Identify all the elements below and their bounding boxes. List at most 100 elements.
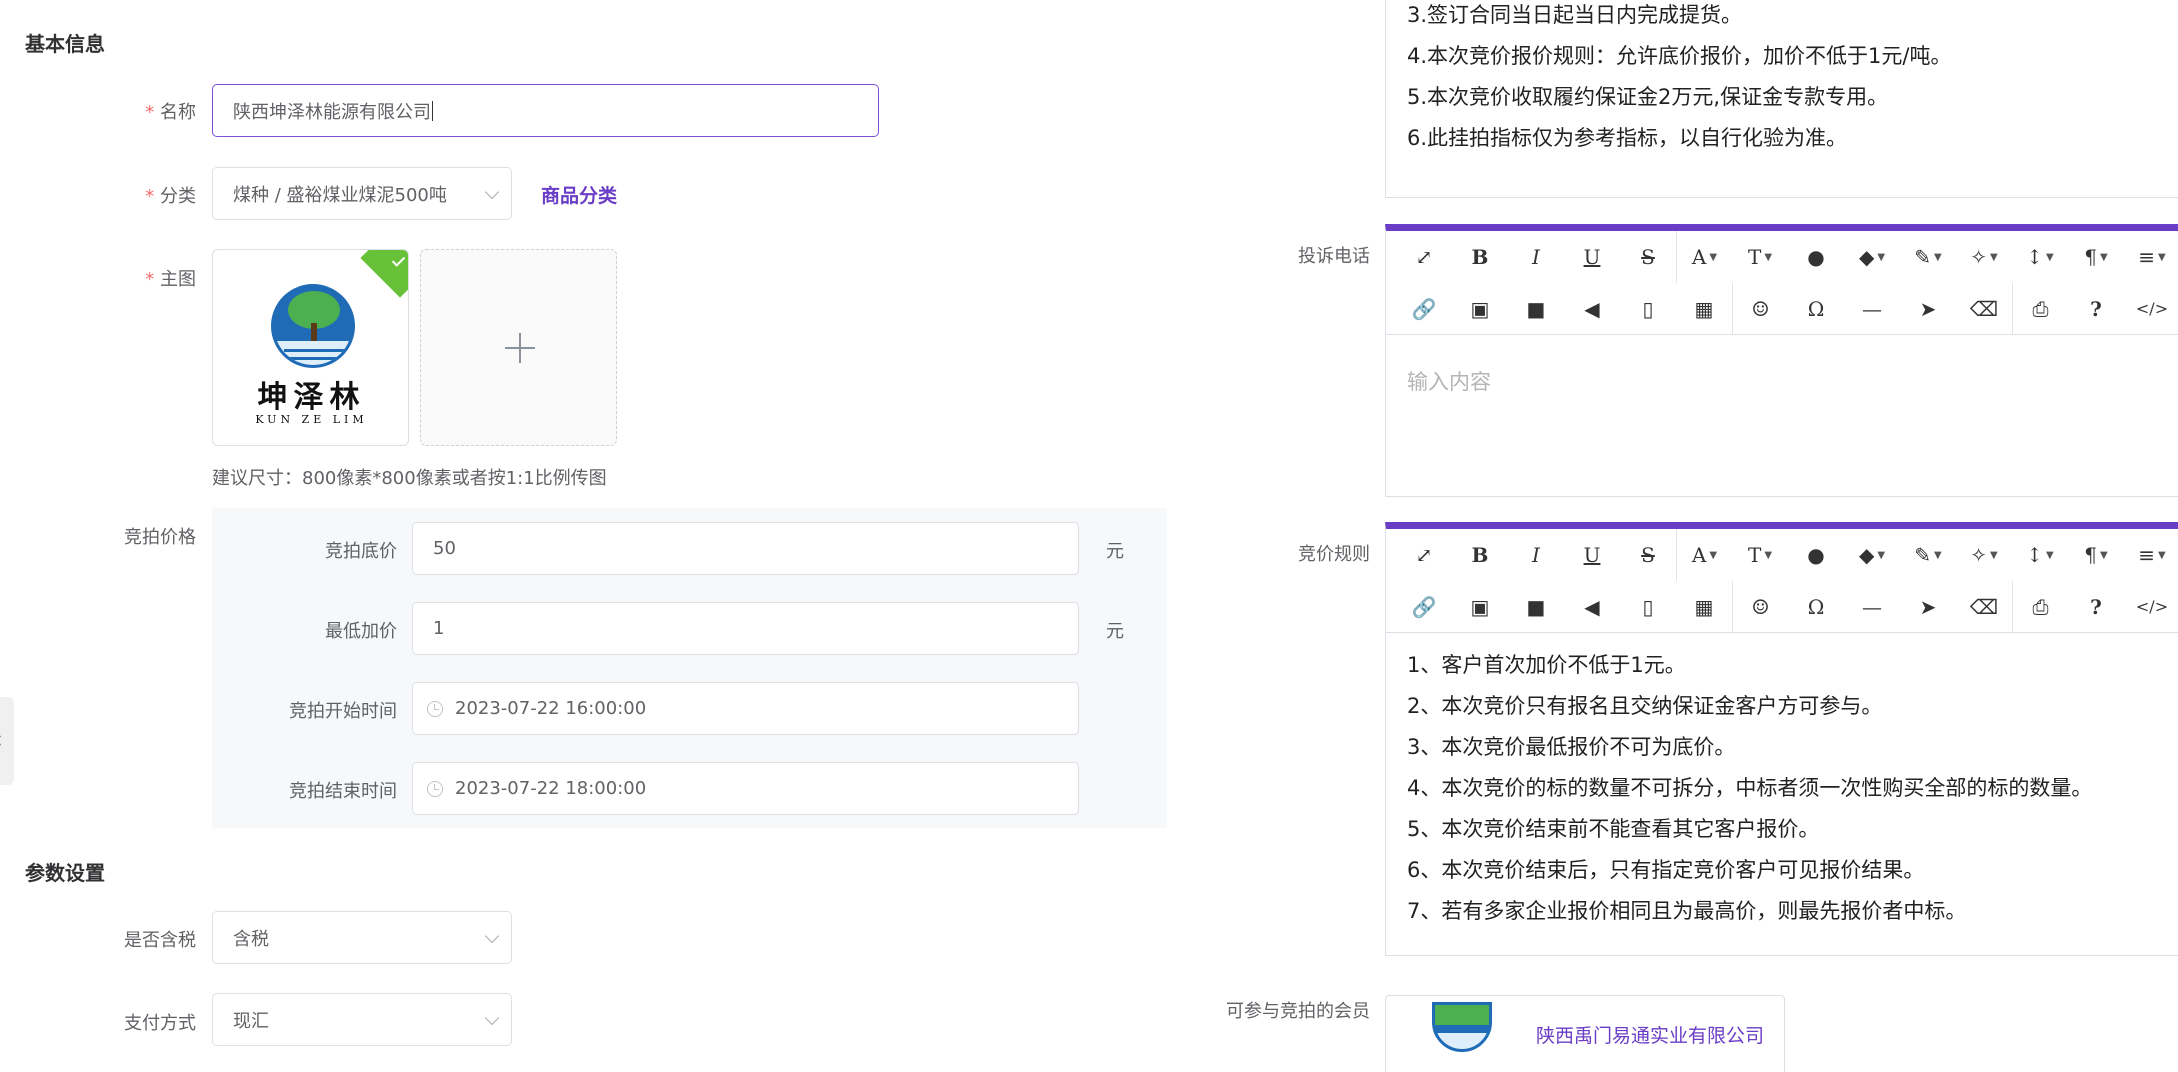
member-logo-icon	[1432, 1002, 1492, 1052]
ink-icon[interactable]: ●	[1788, 529, 1844, 581]
paragraph-icon[interactable]: ¶ ▼	[2068, 231, 2124, 283]
bold-icon[interactable]: B	[1452, 231, 1508, 283]
chevron-down-icon	[484, 928, 500, 943]
section-params: 参数设置	[25, 861, 105, 885]
align-icon[interactable]: ≡ ▼	[2124, 529, 2178, 581]
tag-icon[interactable]: ◆ ▼	[1844, 529, 1900, 581]
min-increment-label: 最低加价	[325, 621, 397, 642]
tax-select[interactable]: 含税	[212, 911, 512, 964]
audio-icon[interactable]: ◀	[1564, 581, 1620, 633]
emoji-icon[interactable]: ☺	[1732, 282, 1788, 335]
payment-select[interactable]: 现汇	[212, 993, 512, 1046]
start-time-picker[interactable]: 2023-07-22 16:00:00	[412, 682, 1079, 735]
image-upload-button[interactable]	[420, 249, 617, 446]
audio-icon[interactable]: ◀	[1564, 283, 1620, 335]
editor-toolbar-row2: 🔗 ▣ ■ ◀ ▯ ▦ ☺ Ω — ➤ ⌫ ⎙ ? </>	[1386, 580, 2178, 633]
video-icon[interactable]: ■	[1508, 581, 1564, 633]
rule-line: 7、若有多家企业报价相同且为最高价，则最先报价者中标。	[1407, 899, 1967, 923]
file-icon[interactable]: ▯	[1620, 581, 1676, 633]
rules-editor[interactable]: ⤢ B I U S A ▼ T ▼ ● ◆ ▼ ✎ ▼ ✧ ▼ ↕ ▼ ¶ ▼ ≡ ▼ 🔗 ▣ …	[1385, 522, 2178, 956]
main-image-thumb[interactable]: 坤泽林 KUN ZE LIM	[212, 249, 409, 446]
hr-icon[interactable]: —	[1844, 283, 1900, 335]
image-icon[interactable]: ▣	[1452, 283, 1508, 335]
print-icon[interactable]: ⎙	[2012, 580, 2068, 633]
paragraph-icon[interactable]: ¶ ▼	[2068, 529, 2124, 581]
min-increment-input[interactable]: 1	[412, 602, 1079, 655]
notes-editor[interactable]: 3.签订合同当日起当日内完成提货。 4.本次竞价报价规则：允许底价报价，加价不低…	[1385, 0, 2178, 198]
omega-icon[interactable]: Ω	[1788, 581, 1844, 633]
rule-line: 5、本次竞价结束前不能查看其它客户报价。	[1407, 817, 1820, 841]
complaint-label: 投诉电话	[1298, 246, 1370, 267]
underline-icon[interactable]: U	[1564, 231, 1620, 283]
italic-icon[interactable]: I	[1508, 231, 1564, 283]
print-icon[interactable]: ⎙	[2012, 282, 2068, 335]
table-icon[interactable]: ▦	[1676, 581, 1732, 633]
font-size-icon[interactable]: T ▼	[1732, 529, 1788, 581]
expand-icon[interactable]: ⤢	[1396, 231, 1452, 283]
link-icon[interactable]: 🔗	[1396, 283, 1452, 335]
complaint-editor[interactable]: ⤢ B I U S A ▼ T ▼ ● ◆ ▼ ✎ ▼ ✧ ▼ ↕ ▼ ¶ ▼ ≡ ▼ 🔗 ▣ …	[1385, 224, 2178, 497]
font-color-icon[interactable]: A ▼	[1676, 529, 1732, 581]
base-price-label: 竞拍底价	[325, 541, 397, 562]
link-icon[interactable]: 🔗	[1396, 581, 1452, 633]
eraser-icon[interactable]: ⌫	[1956, 283, 2012, 335]
italic-icon[interactable]: I	[1508, 529, 1564, 581]
chevron-left-icon	[0, 735, 6, 746]
font-color-icon[interactable]: A ▼	[1676, 231, 1732, 283]
name-input[interactable]: 陕西坤泽林能源有限公司	[212, 84, 879, 137]
category-link[interactable]: 商品分类	[541, 181, 617, 208]
help-icon[interactable]: ?	[2068, 283, 2124, 335]
code-icon[interactable]: </>	[2124, 581, 2178, 633]
file-icon[interactable]: ▯	[1620, 283, 1676, 335]
logo-text: 坤泽林	[257, 380, 366, 415]
image-icon[interactable]: ▣	[1452, 581, 1508, 633]
cursor-icon[interactable]: ➤	[1900, 283, 1956, 335]
code-icon[interactable]: </>	[2124, 283, 2178, 335]
complaint-placeholder: 输入内容	[1407, 370, 1491, 394]
rule-line: 2、本次竞价只有报名且交纳保证金客户方可参与。	[1407, 694, 1883, 718]
editor-toolbar-row2: 🔗 ▣ ■ ◀ ▯ ▦ ☺ Ω — ➤ ⌫ ⎙ ? </>	[1386, 282, 2178, 335]
bold-icon[interactable]: B	[1452, 529, 1508, 581]
main-image-label: 主图	[100, 265, 196, 291]
tag-icon[interactable]: ◆ ▼	[1844, 231, 1900, 283]
brush-icon[interactable]: ✎ ▼	[1900, 529, 1956, 581]
logo-subtext: KUN ZE LIM	[255, 413, 368, 426]
font-size-icon[interactable]: T ▼	[1732, 231, 1788, 283]
magic-wand-icon[interactable]: ✧ ▼	[1956, 231, 2012, 283]
notes-line: 6.此挂拍指标仅为参考指标，以自行化验为准。	[1407, 126, 1848, 150]
member-card[interactable]: 陕西禹门易通实业有限公司	[1385, 995, 1785, 1072]
editor-toolbar-row1: ⤢ B I U S A ▼ T ▼ ● ◆ ▼ ✎ ▼ ✧ ▼ ↕ ▼ ¶ ▼ ≡ ▼	[1386, 231, 2178, 283]
tax-label: 是否含税	[124, 930, 196, 951]
help-icon[interactable]: ?	[2068, 581, 2124, 633]
end-time-picker[interactable]: 2023-07-22 18:00:00	[412, 762, 1079, 815]
image-size-hint: 建议尺寸：800像素*800像素或者按1:1比例传图	[212, 468, 607, 489]
min-increment-unit: 元	[1106, 621, 1124, 642]
video-icon[interactable]: ■	[1508, 283, 1564, 335]
logo-icon	[271, 284, 355, 368]
omega-icon[interactable]: Ω	[1788, 283, 1844, 335]
members-label: 可参与竞拍的会员	[1226, 1001, 1370, 1022]
notes-line: 4.本次竞价报价规则：允许底价报价，加价不低于1元/吨。	[1407, 44, 1952, 68]
cursor-icon[interactable]: ➤	[1900, 581, 1956, 633]
name-label: 名称	[100, 98, 196, 124]
base-price-input[interactable]: 50	[412, 522, 1079, 575]
collapse-handle[interactable]	[0, 697, 14, 785]
strikethrough-icon[interactable]: S	[1620, 529, 1676, 581]
strikethrough-icon[interactable]: S	[1620, 231, 1676, 283]
rule-line: 1、客户首次加价不低于1元。	[1407, 653, 1686, 677]
line-height-icon[interactable]: ↕ ▼	[2012, 529, 2068, 581]
category-select[interactable]: 煤种 / 盛裕煤业煤泥500吨	[212, 167, 512, 220]
line-height-icon[interactable]: ↕ ▼	[2012, 231, 2068, 283]
clock-icon	[427, 700, 443, 717]
underline-icon[interactable]: U	[1564, 529, 1620, 581]
table-icon[interactable]: ▦	[1676, 283, 1732, 335]
emoji-icon[interactable]: ☺	[1732, 580, 1788, 633]
expand-icon[interactable]: ⤢	[1396, 529, 1452, 581]
brush-icon[interactable]: ✎ ▼	[1900, 231, 1956, 283]
align-icon[interactable]: ≡ ▼	[2124, 231, 2178, 283]
eraser-icon[interactable]: ⌫	[1956, 581, 2012, 633]
magic-wand-icon[interactable]: ✧ ▼	[1956, 529, 2012, 581]
hr-icon[interactable]: —	[1844, 581, 1900, 633]
ink-icon[interactable]: ●	[1788, 231, 1844, 283]
rule-line: 4、本次竞价的标的数量不可拆分，中标者须一次性购买全部的标的数量。	[1407, 776, 2093, 800]
